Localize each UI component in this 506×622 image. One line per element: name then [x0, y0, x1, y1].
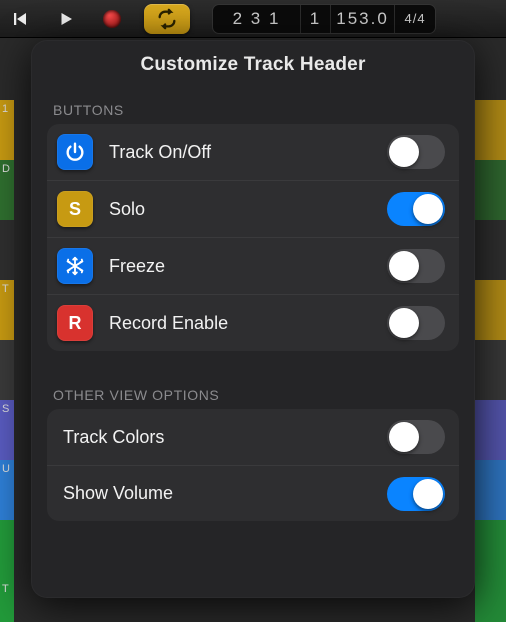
setting-label: Track On/Off: [109, 142, 387, 163]
setting-label: Record Enable: [109, 313, 387, 334]
go-to-start-button[interactable]: [6, 5, 34, 33]
track-region: [475, 100, 506, 160]
setting-label: Solo: [109, 199, 387, 220]
track-color-strip: [0, 220, 14, 280]
track-color-strip: [0, 520, 14, 580]
lcd-display[interactable]: 2 3 1 1 153.0 4/4: [212, 4, 436, 34]
other-options-group: Track Colors Show Volume: [47, 409, 459, 521]
panel-title: Customize Track Header: [47, 54, 459, 76]
setting-row: Track On/Off: [47, 124, 459, 180]
track-region: [475, 340, 506, 400]
setting-label: Freeze: [109, 256, 387, 277]
setting-row: R Record Enable: [47, 294, 459, 351]
record-icon: R: [57, 305, 93, 341]
track-color-strip: [0, 340, 14, 400]
toggle-switch[interactable]: [387, 420, 445, 454]
track-region: [475, 280, 506, 340]
track-label: U: [2, 463, 10, 475]
record-button[interactable]: [98, 5, 126, 33]
setting-row: S Solo: [47, 180, 459, 237]
section-title-buttons: Buttons: [53, 102, 453, 118]
track-label: T: [2, 583, 9, 595]
power-icon: [57, 134, 93, 170]
setting-label: Track Colors: [63, 427, 387, 448]
track-region: [475, 460, 506, 520]
toggle-switch[interactable]: [387, 249, 445, 283]
track-label: 1: [2, 103, 8, 115]
transport-bar: 2 3 1 1 153.0 4/4: [0, 0, 506, 38]
track-label: D: [2, 163, 10, 175]
play-button[interactable]: [52, 5, 80, 33]
lcd-position[interactable]: 2 3 1: [213, 5, 301, 33]
track-region: [475, 400, 506, 460]
track-label: S: [2, 403, 9, 415]
setting-row: Show Volume: [47, 465, 459, 521]
record-icon: [103, 10, 121, 28]
section-title-other: Other View Options: [53, 387, 453, 403]
toggle-switch[interactable]: [387, 192, 445, 226]
lcd-tempo[interactable]: 153.0: [331, 5, 395, 33]
track-region: [475, 580, 506, 622]
track-region: [475, 520, 506, 580]
buttons-group: Track On/Off S Solo Freeze R Record Enable: [47, 124, 459, 351]
setting-row: Freeze: [47, 237, 459, 294]
toggle-switch[interactable]: [387, 306, 445, 340]
setting-label: Show Volume: [63, 483, 387, 504]
solo-icon: S: [57, 191, 93, 227]
track-region: [475, 160, 506, 220]
cycle-button[interactable]: [144, 4, 190, 34]
track-region: [475, 220, 506, 280]
toggle-switch[interactable]: [387, 477, 445, 511]
freeze-icon: [57, 248, 93, 284]
toggle-switch[interactable]: [387, 135, 445, 169]
track-label: T: [2, 283, 9, 295]
setting-row: Track Colors: [47, 409, 459, 465]
lcd-beats[interactable]: 1: [301, 5, 331, 33]
lcd-signature[interactable]: 4/4: [395, 5, 435, 33]
customize-track-header-panel: Customize Track Header Buttons Track On/…: [31, 40, 475, 598]
